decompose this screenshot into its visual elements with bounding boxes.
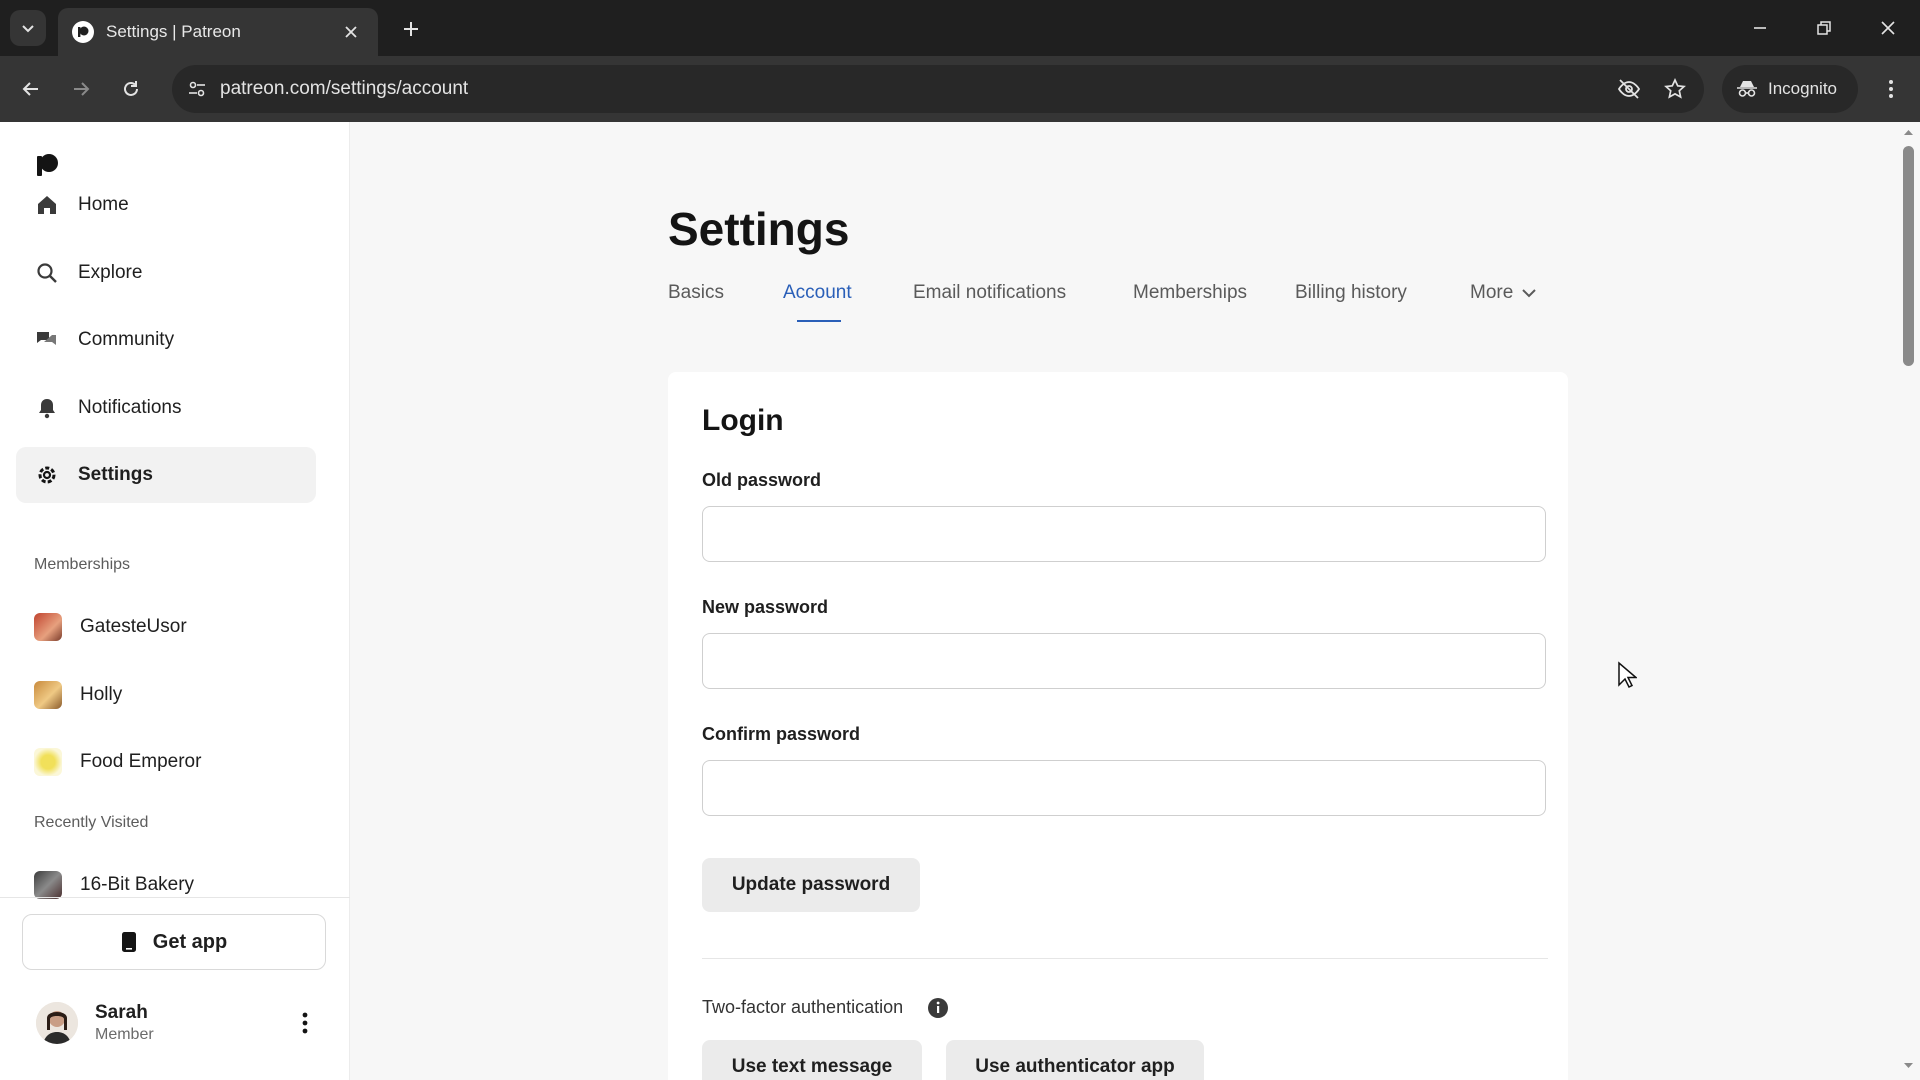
get-app-label: Get app (152, 930, 228, 953)
sidebar-item-label: Food Emperor (80, 751, 202, 772)
home-icon (34, 192, 60, 218)
bookmark-star-icon[interactable] (1658, 72, 1692, 106)
creator-avatar (34, 613, 62, 641)
section-divider (702, 958, 1548, 959)
bell-icon (34, 395, 60, 421)
avatar (36, 1002, 78, 1044)
login-card: Login Old password New password Confirm … (668, 372, 1568, 1080)
confirm-password-field[interactable] (702, 760, 1546, 816)
tab-more-label: More (1470, 282, 1514, 303)
close-window-icon[interactable] (1868, 10, 1908, 46)
tab-search-button[interactable] (10, 10, 46, 46)
new-password-label: New password (702, 597, 829, 617)
incognito-icon (1737, 81, 1757, 97)
tab-title: Settings | Patreon (106, 22, 241, 41)
old-password-label: Old password (702, 470, 822, 490)
info-icon[interactable] (927, 997, 949, 1019)
sidebar-membership-food-emperor[interactable]: Food Emperor (16, 734, 316, 790)
forward-arrow-icon[interactable] (62, 70, 100, 108)
address-bar[interactable]: patreon.com/settings/account (172, 65, 1704, 113)
sidebar-item-community[interactable]: Community (16, 312, 316, 368)
user-profile[interactable]: Sarah Member (36, 998, 326, 1052)
minimize-icon[interactable] (1740, 10, 1780, 46)
creator-avatar (34, 871, 62, 899)
new-tab-plus-icon[interactable] (396, 14, 426, 44)
page-title: Settings (668, 203, 850, 255)
scroll-up-arrow-icon[interactable] (1903, 128, 1914, 136)
old-password-field[interactable] (702, 506, 1546, 562)
tab-basics[interactable]: Basics (668, 282, 724, 304)
user-role: Member (95, 1026, 154, 1043)
chevron-down-icon (1522, 289, 1537, 298)
tab-account[interactable]: Account (783, 282, 852, 304)
sidebar-item-label: Notifications (78, 397, 182, 418)
sidebar-divider (0, 897, 350, 898)
user-name: Sarah (95, 1002, 148, 1023)
eye-off-icon[interactable] (1612, 72, 1646, 106)
use-text-message-button[interactable]: Use text message (702, 1040, 922, 1080)
new-password-field[interactable] (702, 633, 1546, 689)
patreon-logo-icon[interactable] (34, 152, 60, 178)
patreon-favicon-icon (72, 21, 94, 43)
chat-icon (34, 327, 60, 353)
tab-more[interactable]: More (1470, 282, 1537, 304)
sidebar-item-home[interactable]: Home (16, 177, 316, 233)
chevron-down-icon (22, 25, 34, 33)
sidebar-membership-holly[interactable]: Holly (16, 667, 316, 723)
login-heading: Login (702, 404, 784, 437)
confirm-password-label: Confirm password (702, 724, 861, 744)
page-scrollbar[interactable] (1897, 122, 1920, 1080)
sidebar-recent-16-bit-bakery[interactable]: 16-Bit Bakery (16, 857, 316, 913)
tab-memberships[interactable]: Memberships (1133, 282, 1247, 304)
incognito-label: Incognito (1768, 79, 1837, 98)
active-tab-indicator (797, 320, 841, 322)
get-app-button[interactable]: Get app (22, 914, 326, 970)
reload-icon[interactable] (112, 70, 150, 108)
incognito-badge[interactable]: Incognito (1722, 65, 1858, 113)
mouse-cursor-icon (1618, 661, 1637, 689)
sidebar-item-label: Holly (80, 684, 123, 705)
scrollbar-thumb[interactable] (1903, 146, 1914, 366)
update-password-button[interactable]: Update password (702, 858, 920, 912)
sidebar-item-label: GatesteUsor (80, 616, 187, 637)
recently-visited-heading: Recently Visited (34, 814, 149, 831)
sidebar-item-label: Home (78, 194, 129, 215)
back-arrow-icon[interactable] (12, 70, 50, 108)
sidebar-item-label: Community (78, 329, 175, 350)
sidebar-item-notifications[interactable]: Notifications (16, 380, 316, 436)
browser-tab-strip: Settings | Patreon (0, 0, 1920, 56)
browser-menu-icon[interactable] (1872, 70, 1910, 108)
browser-tab-active[interactable]: Settings | Patreon (58, 8, 378, 56)
close-tab-icon[interactable] (338, 19, 364, 45)
use-authenticator-app-button[interactable]: Use authenticator app (946, 1040, 1204, 1080)
restore-window-icon[interactable] (1804, 10, 1844, 46)
more-vertical-icon[interactable] (290, 1008, 320, 1038)
sidebar-membership-gatesteusor[interactable]: GatesteUsor (16, 599, 316, 655)
creator-avatar (34, 748, 62, 776)
sidebar-item-label: Settings (78, 464, 153, 485)
tab-email-notifications[interactable]: Email notifications (913, 282, 1066, 304)
sidebar: Home Explore Community Notifications Set… (0, 122, 350, 1080)
memberships-heading: Memberships (34, 556, 131, 573)
main-content: Settings Basics Account Email notificati… (351, 122, 1900, 1080)
sidebar-item-settings[interactable]: Settings (16, 447, 316, 503)
sidebar-item-explore[interactable]: Explore (16, 245, 316, 301)
site-settings-icon[interactable] (180, 72, 214, 106)
creator-avatar (34, 681, 62, 709)
url-text[interactable]: patreon.com/settings/account (220, 65, 468, 113)
browser-toolbar: patreon.com/settings/account Incognito (0, 56, 1920, 122)
sidebar-item-label: Explore (78, 262, 143, 283)
sidebar-item-label: 16-Bit Bakery (80, 874, 195, 895)
two-factor-label: Two-factor authentication (702, 997, 904, 1017)
tab-billing-history[interactable]: Billing history (1295, 282, 1407, 304)
search-icon (34, 260, 60, 286)
phone-icon (121, 932, 136, 952)
scroll-down-arrow-icon[interactable] (1903, 1062, 1914, 1070)
gear-icon (34, 462, 60, 488)
